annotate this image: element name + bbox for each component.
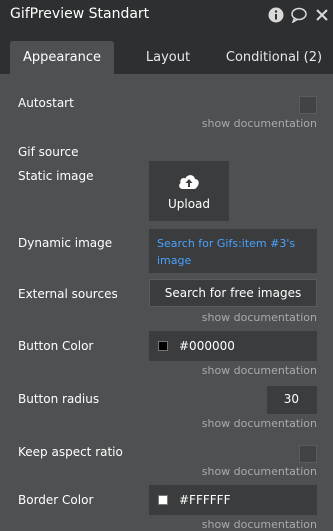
- tab-layout[interactable]: Layout: [128, 41, 208, 74]
- static-image-label: Static image: [18, 169, 94, 183]
- cloud-upload-icon: [179, 175, 199, 189]
- show-documentation-link[interactable]: show documentation: [202, 311, 317, 324]
- button-color-value: #000000: [179, 339, 235, 353]
- upload-button[interactable]: Upload: [149, 161, 229, 221]
- border-color-value: #FFFFFF: [179, 493, 231, 507]
- button-color-picker[interactable]: #000000: [149, 331, 317, 361]
- button-radius-input[interactable]: 30: [267, 386, 317, 414]
- external-sources-label: External sources: [18, 287, 118, 301]
- keep-aspect-ratio-checkbox[interactable]: [299, 445, 317, 463]
- button-color-swatch: [158, 341, 168, 351]
- panel-title: GifPreview Standart: [10, 6, 150, 22]
- border-color-swatch: [158, 495, 168, 505]
- dynamic-image-field[interactable]: Search for Gifs:item #3's image: [149, 229, 317, 273]
- info-icon[interactable]: [268, 7, 284, 23]
- button-radius-value: 30: [283, 392, 299, 406]
- button-color-label: Button Color: [18, 339, 94, 353]
- tab-appearance[interactable]: Appearance: [10, 41, 114, 74]
- search-free-images-button[interactable]: Search for free images: [149, 279, 317, 307]
- button-radius-label: Button radius: [18, 392, 100, 406]
- border-color-picker[interactable]: #FFFFFF: [149, 485, 317, 515]
- comment-bubble-icon[interactable]: [291, 7, 307, 23]
- tab-bar: Appearance Layout Conditional (2): [0, 30, 333, 74]
- show-documentation-link[interactable]: show documentation: [202, 518, 317, 531]
- autostart-checkbox[interactable]: [299, 96, 317, 114]
- show-documentation-link[interactable]: show documentation: [202, 417, 317, 430]
- show-documentation-link[interactable]: show documentation: [202, 364, 317, 377]
- show-documentation-link[interactable]: show documentation: [202, 117, 317, 130]
- autostart-label: Autostart: [18, 96, 74, 110]
- close-icon[interactable]: [314, 7, 330, 23]
- title-bar: GifPreview Standart: [0, 0, 333, 30]
- show-documentation-link[interactable]: show documentation: [202, 465, 317, 478]
- border-color-label: Border Color: [18, 493, 94, 507]
- dynamic-image-label: Dynamic image: [18, 236, 113, 250]
- keep-aspect-ratio-label: Keep aspect ratio: [18, 445, 123, 459]
- upload-button-label: Upload: [167, 197, 211, 211]
- dynamic-image-expression: Search for Gifs:item #3's image: [157, 237, 296, 267]
- gif-source-label: Gif source: [18, 145, 79, 159]
- tab-conditional[interactable]: Conditional (2): [224, 41, 324, 74]
